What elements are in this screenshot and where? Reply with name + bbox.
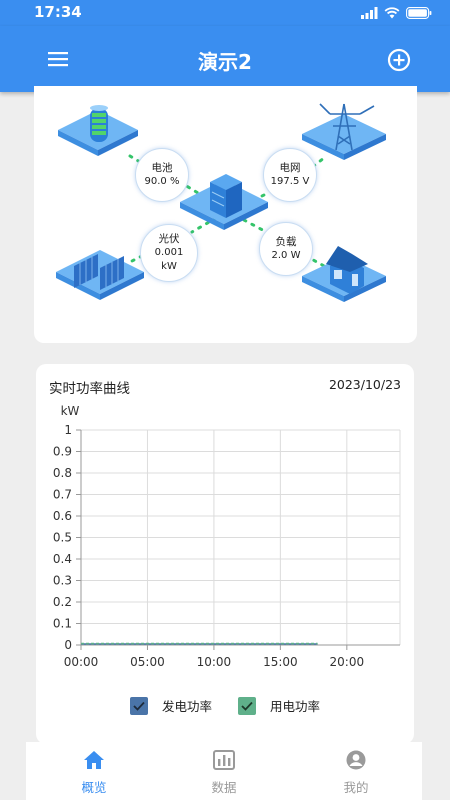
user-icon xyxy=(346,750,366,770)
check-icon xyxy=(133,701,145,711)
legend-consumption[interactable]: 用电功率 xyxy=(238,696,320,715)
house-load-icon xyxy=(302,246,386,302)
power-line-chart[interactable]: kW 0 0.1 0.2 0.3 0.4 0.5 0.6 0.7 0.8 0.9 1 00:00 05:0… xyxy=(36,364,414,684)
x-tick-label: 10:00 xyxy=(197,655,232,669)
pv-value: 0.001 xyxy=(154,247,184,258)
legend-generation[interactable]: 发电功率 xyxy=(129,696,212,715)
y-tick-label: 0.8 xyxy=(53,466,72,480)
page-title: 演示2 xyxy=(198,50,252,74)
x-tick-label: 20:00 xyxy=(330,655,365,669)
pv-unit: kW xyxy=(161,261,177,272)
battery-icon xyxy=(406,7,432,19)
pv-bubble[interactable]: 光伏 0.001 kW xyxy=(140,224,198,282)
battery-bubble[interactable]: 电池 90.0 % xyxy=(135,148,189,202)
battery-label: 电池 xyxy=(151,162,173,174)
chart-legend: 发电功率 用电功率 xyxy=(36,696,414,715)
status-bar: 17:34 xyxy=(0,0,450,26)
solar-panel-icon xyxy=(56,250,144,300)
y-tick-label: 1 xyxy=(64,423,72,437)
y-tick-label: 0.4 xyxy=(53,552,72,566)
power-chart-card: 实时功率曲线 2023/10/23 kW 0 0.1 0.2 0.3 0.4 0.5 0.6 0… xyxy=(36,364,414,744)
y-tick-label: 0.2 xyxy=(53,595,72,609)
y-tick-label: 0.6 xyxy=(53,509,72,523)
nav-item-overview[interactable]: 概览 xyxy=(54,742,134,800)
pv-label: 光伏 xyxy=(158,233,180,245)
signal-icon xyxy=(361,7,378,19)
add-circle-icon[interactable] xyxy=(387,48,411,72)
x-tick-label: 15:00 xyxy=(263,655,298,669)
inverter-icon xyxy=(180,174,268,230)
y-tick-label: 0.3 xyxy=(53,574,72,588)
legend-consumption-checkbox[interactable] xyxy=(238,696,256,715)
grid-tower-icon xyxy=(302,103,386,160)
grid-bubble[interactable]: 电网 197.5 V xyxy=(263,148,317,202)
grid-label: 电网 xyxy=(279,162,301,174)
x-tick-label: 00:00 xyxy=(64,655,99,669)
bottom-nav: 概览 数据 我的 xyxy=(26,742,422,800)
y-tick-label: 0.1 xyxy=(53,617,72,631)
load-value: 2.0 W xyxy=(271,250,301,261)
energy-flow-card: 电池 90.0 % 电网 197.5 V 光伏 0.001 kW 负载 2.0 … xyxy=(34,86,417,343)
status-icons xyxy=(361,6,432,20)
chart-icon xyxy=(213,750,235,770)
nav-label-data: 数据 xyxy=(211,780,237,795)
status-time: 17:34 xyxy=(34,3,82,21)
battery-platform-icon xyxy=(58,105,138,156)
y-tick-label: 0.5 xyxy=(53,531,72,545)
app-bar: 演示2 xyxy=(0,26,450,92)
nav-item-me[interactable]: 我的 xyxy=(316,742,396,800)
y-tick-label: 0 xyxy=(64,638,72,652)
battery-value: 90.0 % xyxy=(144,176,180,187)
nav-label-me: 我的 xyxy=(343,780,369,795)
nav-label-overview: 概览 xyxy=(81,780,107,795)
load-bubble[interactable]: 负载 2.0 W xyxy=(259,222,313,276)
energy-flow-diagram xyxy=(56,103,386,302)
legend-consumption-label: 用电功率 xyxy=(270,699,321,714)
x-tick-label: 05:00 xyxy=(130,655,165,669)
legend-generation-checkbox[interactable] xyxy=(129,696,148,715)
home-icon xyxy=(84,751,104,769)
check-icon xyxy=(241,701,253,711)
wifi-icon xyxy=(384,7,400,19)
load-label: 负载 xyxy=(275,236,297,248)
nav-item-data[interactable]: 数据 xyxy=(184,742,264,800)
y-tick-label: 0.7 xyxy=(53,488,72,502)
legend-generation-label: 发电功率 xyxy=(161,699,212,714)
grid-value: 197.5 V xyxy=(270,176,310,187)
y-tick-label: 0.9 xyxy=(53,445,72,459)
y-axis-unit: kW xyxy=(61,404,80,418)
